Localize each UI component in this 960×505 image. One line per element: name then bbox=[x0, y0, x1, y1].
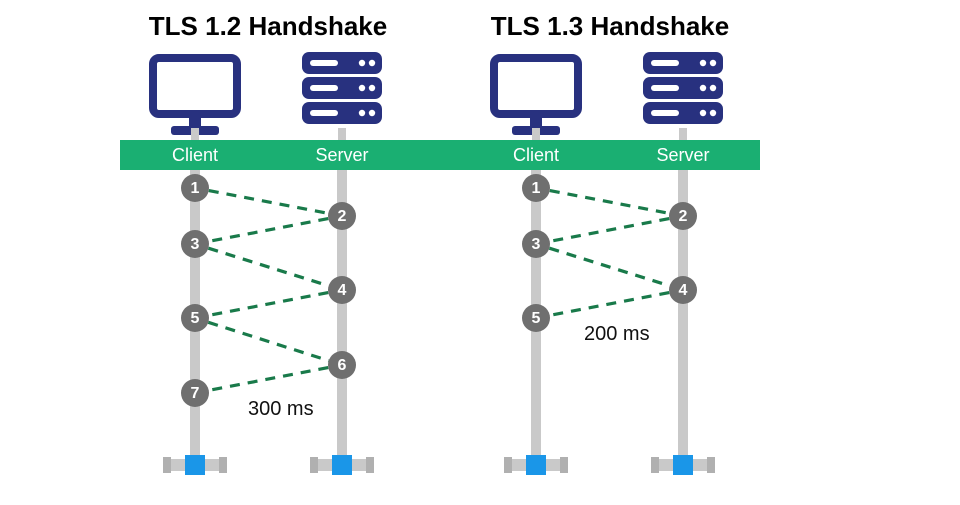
timing-left: 300 ms bbox=[248, 398, 314, 420]
message-line bbox=[208, 248, 328, 286]
messages-left bbox=[208, 191, 328, 391]
step-number: 3 bbox=[191, 236, 200, 253]
server-icon bbox=[302, 52, 382, 124]
step-number: 5 bbox=[532, 310, 541, 327]
step-number: 7 bbox=[191, 385, 200, 402]
message-line bbox=[550, 219, 669, 242]
message-line bbox=[550, 293, 669, 316]
step-number: 4 bbox=[338, 282, 347, 299]
title-right: TLS 1.3 Handshake bbox=[491, 11, 729, 41]
steps-right: 1 2 3 4 5 bbox=[522, 174, 697, 332]
step-number: 4 bbox=[679, 282, 688, 299]
server-label-left: Server bbox=[315, 145, 368, 165]
step-number: 1 bbox=[191, 180, 200, 197]
title-left: TLS 1.2 Handshake bbox=[149, 11, 387, 41]
step-number: 1 bbox=[532, 180, 541, 197]
client-icon bbox=[153, 58, 237, 135]
step-number: 5 bbox=[191, 310, 200, 327]
message-line bbox=[209, 368, 328, 391]
server-icon bbox=[643, 52, 723, 124]
lifeline-endcap bbox=[310, 455, 374, 475]
step-number: 6 bbox=[338, 357, 347, 374]
message-line bbox=[208, 322, 328, 360]
message-line bbox=[209, 293, 328, 316]
client-icon bbox=[494, 58, 578, 135]
messages-right bbox=[549, 191, 669, 316]
step-number: 2 bbox=[338, 208, 347, 225]
lifeline-endcap bbox=[504, 455, 568, 475]
client-label-left: Client bbox=[172, 145, 218, 165]
timing-right: 200 ms bbox=[584, 323, 650, 345]
message-line bbox=[549, 248, 669, 286]
lifeline-endcap bbox=[651, 455, 715, 475]
client-label-right: Client bbox=[513, 145, 559, 165]
server-label-right: Server bbox=[656, 145, 709, 165]
message-line bbox=[209, 191, 328, 214]
steps-left: 1 2 3 4 5 6 7 bbox=[181, 174, 356, 407]
step-number: 3 bbox=[532, 236, 541, 253]
step-number: 2 bbox=[679, 208, 688, 225]
lifeline-endcap bbox=[163, 455, 227, 475]
message-line bbox=[209, 219, 328, 242]
message-line bbox=[550, 191, 669, 214]
